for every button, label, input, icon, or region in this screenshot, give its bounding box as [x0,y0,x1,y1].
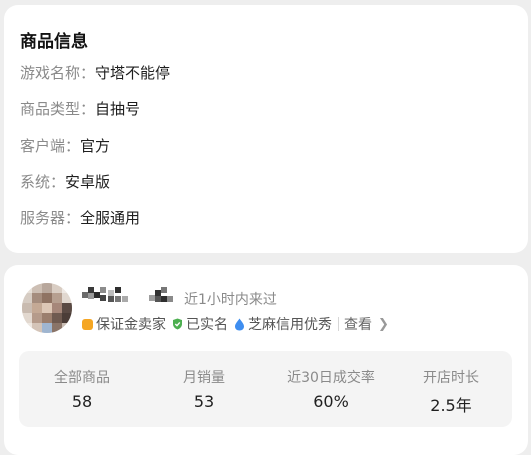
credit-badge: 芝麻信用优秀 [234,314,332,334]
stat-label: 近30日成交率 [287,370,375,386]
stat-label: 月销量 [183,370,225,386]
info-key: 客户端： [20,137,81,155]
info-row-server: 服务器：全服通用 [20,207,140,228]
stat-store-age: 开店时长 2.5年 [391,367,511,416]
seller-badges: 保证金卖家 已实名 芝麻信用优秀 查看 ❯ [82,315,389,333]
info-key: 游戏名称： [20,64,96,82]
seller-stats-panel: 全部商品 58 月销量 53 近30日成交率 60% 开店时长 2.5年 [19,351,512,427]
stat-label: 全部商品 [54,370,110,386]
verified-badge-label: 已实名 [186,317,228,333]
online-status: 近1小时内来过 [184,292,277,308]
product-info-title: 商品信息 [20,32,88,52]
divider [338,317,339,331]
info-value: 官方 [80,137,111,155]
info-row-client: 客户端：官方 [20,135,110,156]
deposit-badge: 保证金卖家 [82,314,166,334]
water-drop-icon [235,318,244,330]
stat-value: 60% [313,392,349,411]
info-key: 服务器： [20,209,81,227]
stat-value: 2.5年 [430,396,472,415]
stat-value: 53 [193,392,215,411]
chevron-right-icon: ❯ [378,316,389,332]
stat-value: 58 [71,392,93,411]
product-info-card: 商品信息 游戏名称：守塔不能停 商品类型：自抽号 客户端：官方 系统：安卓版 服… [4,5,528,253]
verified-badge: 已实名 [172,314,228,334]
stat-monthly-sales: 月销量 53 [144,367,264,411]
deposit-badge-label: 保证金卖家 [96,317,166,333]
credit-badge-label: 芝麻信用优秀 [248,317,332,333]
shield-check-icon [173,318,182,330]
seller-name-mosaic-2 [149,287,177,303]
stat-label: 开店时长 [423,370,479,386]
deposit-icon [82,318,93,330]
seller-name-mosaic [82,287,142,303]
info-key: 商品类型： [20,100,96,118]
view-link[interactable]: 查看 ❯ [344,314,389,334]
info-row-game-name: 游戏名称：守塔不能停 [20,62,170,83]
seller-card[interactable]: 近1小时内来过 保证金卖家 已实名 芝麻信用优秀 查看 ❯ 全部商品 58 月销… [4,265,528,455]
info-value: 全服通用 [80,209,141,227]
info-key: 系统： [20,173,66,191]
info-row-system: 系统：安卓版 [20,171,110,192]
view-link-label: 查看 [344,317,372,333]
seller-avatar[interactable] [22,283,72,333]
info-value: 安卓版 [65,173,111,191]
info-value: 守塔不能停 [95,64,171,82]
stat-all-products[interactable]: 全部商品 58 [22,367,142,411]
stat-30day-deal-rate: 近30日成交率 60% [271,367,391,411]
info-value: 自抽号 [95,100,141,118]
info-row-product-type: 商品类型：自抽号 [20,98,140,119]
